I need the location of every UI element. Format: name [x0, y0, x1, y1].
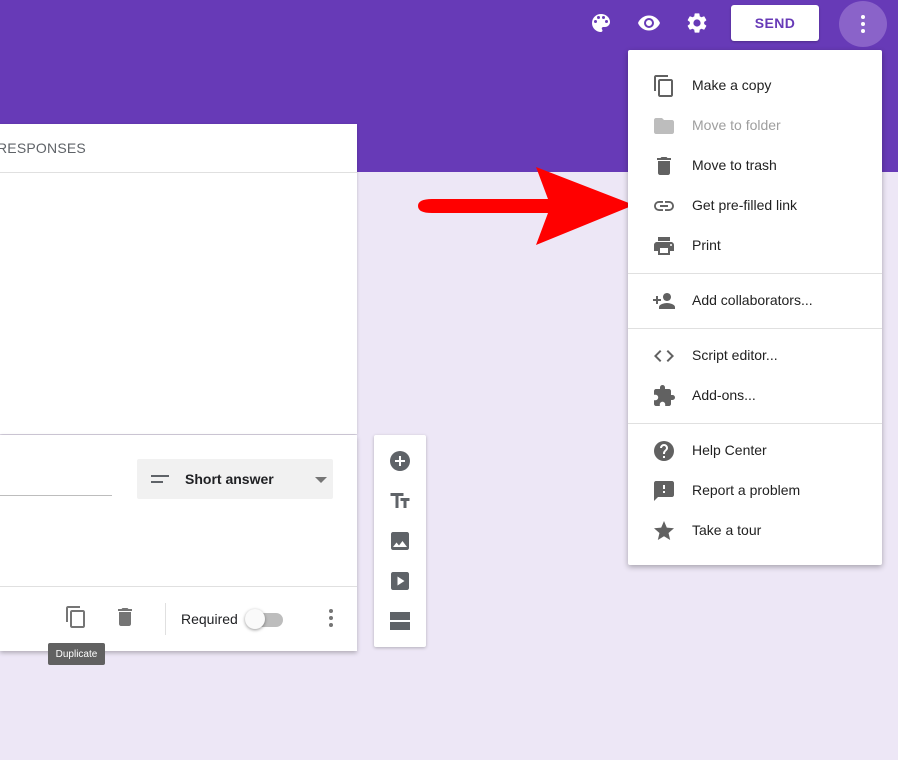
trash-icon: [118, 608, 132, 626]
menu-item-move-to-folder[interactable]: Move to folder: [628, 106, 882, 146]
folder-icon: [652, 114, 676, 138]
tab-responses[interactable]: RESPONSES: [0, 140, 86, 156]
menu-divider: [628, 273, 882, 274]
menu-item-make-a-copy[interactable]: Make a copy: [628, 66, 882, 106]
gear-icon[interactable]: [685, 11, 709, 35]
question-card[interactable]: Short answer Required: [0, 435, 357, 651]
menu-item-help-center[interactable]: Help Center: [628, 431, 882, 471]
add-question-icon[interactable]: [388, 449, 412, 473]
menu-item-label: Move to trash: [692, 157, 777, 173]
more-options-menu: Make a copy Move to folder Move to trash…: [628, 50, 882, 565]
star-icon: [652, 519, 676, 543]
menu-item-add-ons[interactable]: Add-ons...: [628, 376, 882, 416]
menu-item-move-to-trash[interactable]: Move to trash: [628, 146, 882, 186]
menu-item-label: Move to folder: [692, 117, 781, 133]
add-section-icon[interactable]: [388, 609, 412, 633]
required-toggle-thumb[interactable]: [245, 609, 265, 629]
copy-icon: [652, 74, 676, 98]
question-type-label: Short answer: [185, 471, 274, 487]
menu-item-label: Help Center: [692, 442, 767, 458]
question-more-button[interactable]: [319, 606, 343, 630]
menu-divider: [628, 328, 882, 329]
add-title-icon[interactable]: [388, 489, 412, 513]
duplicate-tooltip: Duplicate: [48, 643, 105, 665]
help-icon: [652, 439, 676, 463]
duplicate-button[interactable]: [64, 605, 88, 629]
more-vert-icon: [861, 15, 865, 33]
red-arrow-annotation: [418, 167, 634, 245]
menu-item-label: Add-ons...: [692, 387, 756, 403]
menu-item-label: Add collaborators...: [692, 292, 813, 308]
palette-icon[interactable]: [589, 11, 613, 35]
menu-item-report-a-problem[interactable]: Report a problem: [628, 471, 882, 511]
menu-item-label: Take a tour: [692, 522, 762, 538]
footer-separator: [165, 603, 166, 635]
menu-item-take-a-tour[interactable]: Take a tour: [628, 511, 882, 551]
form-tabs-panel: RESPONSES: [0, 124, 357, 434]
short-text-icon: [151, 471, 169, 487]
link-icon: [652, 194, 676, 218]
add-people-icon: [652, 289, 676, 313]
trash-icon: [652, 154, 676, 178]
menu-item-add-collaborators[interactable]: Add collaborators...: [628, 281, 882, 321]
feedback-icon: [652, 479, 676, 503]
puzzle-icon: [652, 384, 676, 408]
menu-item-label: Make a copy: [692, 77, 772, 93]
menu-item-print[interactable]: Print: [628, 226, 882, 266]
more-vert-icon: [329, 609, 333, 627]
menu-item-label: Report a problem: [692, 482, 801, 498]
card-footer-divider: [0, 586, 357, 587]
menu-item-label: Script editor...: [692, 347, 778, 363]
delete-button[interactable]: [113, 605, 137, 629]
more-options-button[interactable]: [839, 1, 887, 47]
question-title-input[interactable]: [0, 495, 112, 496]
send-button[interactable]: SEND: [731, 5, 819, 41]
copy-icon: [66, 606, 85, 628]
code-icon: [652, 344, 676, 368]
menu-divider: [628, 423, 882, 424]
print-icon: [652, 234, 676, 258]
tab-divider: [0, 172, 357, 173]
menu-item-label: Get pre-filled link: [692, 197, 798, 213]
required-label: Required: [181, 611, 238, 627]
menu-item-script-editor[interactable]: Script editor...: [628, 336, 882, 376]
menu-item-label: Print: [692, 237, 721, 253]
add-video-icon[interactable]: [388, 569, 412, 593]
menu-item-get-pre-filled-link[interactable]: Get pre-filled link: [628, 186, 882, 226]
side-toolbar: [374, 435, 426, 647]
question-type-dropdown[interactable]: Short answer: [137, 459, 333, 499]
add-image-icon[interactable]: [388, 529, 412, 553]
chevron-down-icon: [315, 477, 327, 483]
eye-icon[interactable]: [637, 11, 661, 35]
